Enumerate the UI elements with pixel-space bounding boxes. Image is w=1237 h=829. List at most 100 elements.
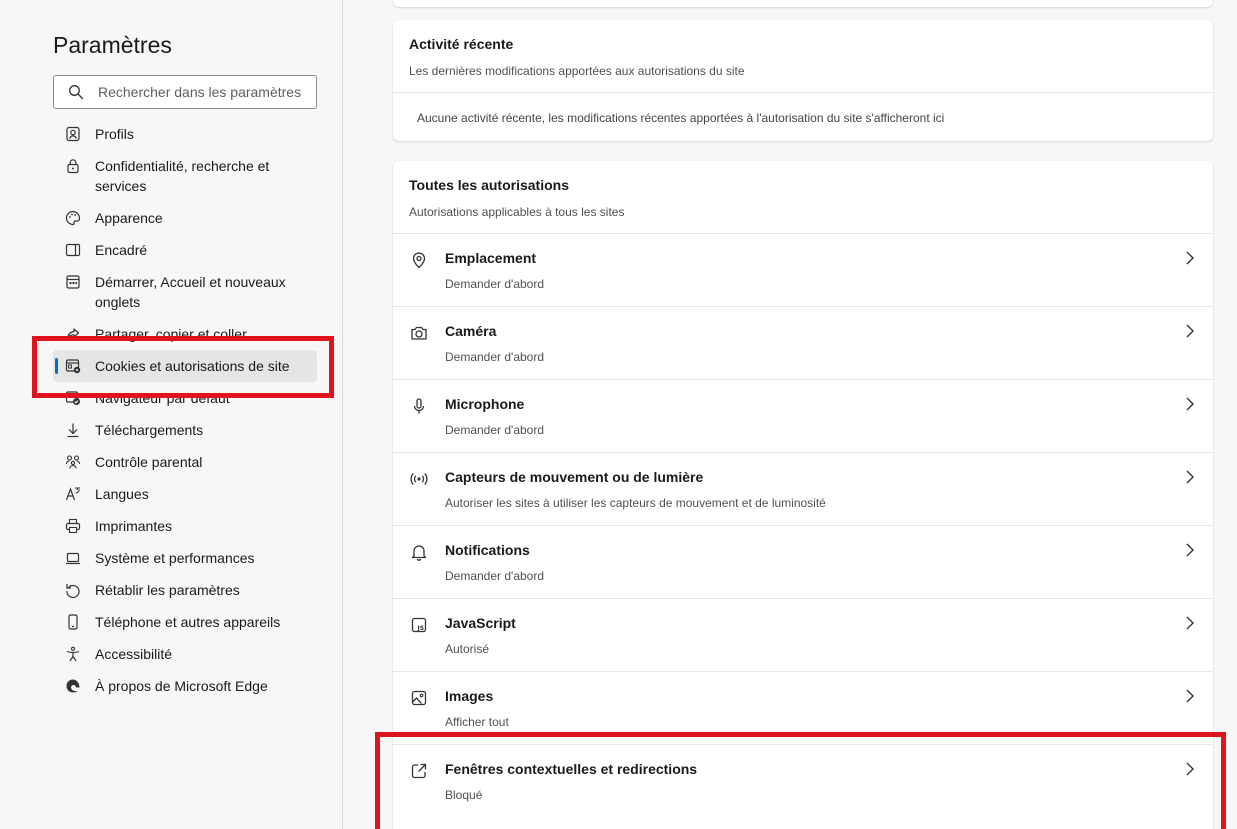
sidebar-item-appearance[interactable]: Apparence — [53, 208, 317, 228]
image-icon — [410, 689, 428, 707]
permission-row-notifications[interactable]: Notifications Demander d'abord — [393, 525, 1213, 598]
sidebar-item-label: Contrôle parental — [95, 454, 203, 470]
sidebar-item-start-home[interactable]: Démarrer, Accueil et nouveaux onglets — [53, 272, 317, 312]
recent-activity-empty: Aucune activité récente, les modificatio… — [417, 111, 945, 125]
permission-status: Demander d'abord — [445, 569, 545, 583]
sidebar-item-label: Profils — [95, 126, 134, 142]
laptop-icon — [53, 548, 95, 566]
chevron-right-icon — [1183, 323, 1197, 344]
sidebar-item-label: Système et performances — [95, 550, 255, 566]
permission-title: JavaScript — [445, 615, 516, 631]
permission-title: Microphone — [445, 396, 525, 412]
chevron-right-icon — [1183, 250, 1197, 271]
permission-status: Autoriser les sites à utiliser les capte… — [445, 496, 826, 510]
sidebar-item-family[interactable]: Contrôle parental — [53, 452, 317, 472]
recent-activity-card: Activité récente Les dernières modificat… — [393, 20, 1213, 141]
edge-icon — [53, 676, 95, 694]
sidebar-item-label: Démarrer, Accueil et nouveaux onglets — [95, 274, 286, 310]
camera-icon — [410, 324, 428, 342]
sidebar-item-phone[interactable]: Téléphone et autres appareils — [53, 612, 317, 632]
permission-row-camera[interactable]: Caméra Demander d'abord — [393, 306, 1213, 379]
sidebar-item-label: Partager, copier et coller — [95, 326, 247, 342]
permission-row-popups[interactable]: Fenêtres contextuelles et redirections B… — [393, 744, 1213, 817]
chevron-right-icon — [1183, 761, 1197, 782]
all-permissions-subtitle: Autorisations applicables à tous les sit… — [409, 205, 625, 219]
search-icon — [54, 84, 98, 100]
chevron-right-icon — [1183, 615, 1197, 636]
sidebar-item-about[interactable]: À propos de Microsoft Edge — [53, 676, 317, 696]
share-icon — [53, 324, 95, 342]
permission-title: Caméra — [445, 323, 497, 339]
permission-row-microphone[interactable]: Microphone Demander d'abord — [393, 379, 1213, 452]
default-browser-icon — [53, 388, 95, 406]
sidebar-item-label: Accessibilité — [95, 646, 173, 662]
accessibility-icon — [53, 644, 95, 662]
sidebar-item-profiles[interactable]: Profils — [53, 124, 317, 144]
sidebar-icon — [53, 240, 95, 258]
sidebar-item-label: Navigateur par défaut — [95, 390, 230, 406]
search-input[interactable] — [98, 84, 308, 100]
bell-icon — [410, 543, 428, 561]
profile-icon — [53, 124, 95, 142]
permission-status: Bloqué — [445, 788, 483, 802]
sidebar-item-system[interactable]: Système et performances — [53, 548, 317, 568]
permission-row-images[interactable]: Images Afficher tout — [393, 671, 1213, 744]
permission-row-sensors[interactable]: Capteurs de mouvement ou de lumière Auto… — [393, 452, 1213, 525]
sidebar-item-privacy[interactable]: Confidentialité, recherche et services — [53, 156, 317, 196]
permission-title: Emplacement — [445, 250, 537, 266]
sidebar-item-downloads[interactable]: Téléchargements — [53, 420, 317, 440]
sidebar-item-label: Cookies et autorisations de site — [95, 358, 290, 374]
sidebar-item-label: Apparence — [95, 210, 163, 226]
permission-status: Demander d'abord — [445, 350, 545, 364]
sidebar-item-sidebar[interactable]: Encadré — [53, 240, 317, 260]
svg-text:JS: JS — [417, 625, 425, 632]
sidebar-item-label: Imprimantes — [95, 518, 173, 534]
location-icon — [410, 251, 428, 269]
all-permissions-title: Toutes les autorisations — [409, 177, 569, 193]
permission-title: Notifications — [445, 542, 530, 558]
chevron-right-icon — [1183, 396, 1197, 417]
family-icon — [53, 452, 95, 470]
sidebar-item-label: Téléphone et autres appareils — [95, 614, 281, 630]
sidebar-item-label: Langues — [95, 486, 149, 502]
search-box[interactable] — [53, 75, 317, 109]
phone-icon — [53, 612, 95, 630]
recent-activity-title: Activité récente — [409, 36, 514, 52]
sidebar-item-languages[interactable]: Langues — [53, 484, 317, 504]
all-permissions-card: Toutes les autorisations Autorisations a… — [393, 161, 1213, 829]
sidebar-item-default-browser[interactable]: Navigateur par défaut — [53, 388, 317, 408]
chevron-right-icon — [1183, 542, 1197, 563]
sensors-icon — [410, 470, 428, 488]
permission-title: Fenêtres contextuelles et redirections — [445, 761, 698, 777]
sidebar-item-cookies[interactable]: Cookies et autorisations de site — [53, 350, 317, 382]
sidebar-item-label: À propos de Microsoft Edge — [95, 678, 268, 694]
permission-row-location[interactable]: Emplacement Demander d'abord — [393, 233, 1213, 306]
download-icon — [53, 420, 95, 438]
printer-icon — [53, 516, 95, 534]
sidebar-item-reset[interactable]: Rétablir les paramètres — [53, 580, 317, 600]
sidebar-item-share[interactable]: Partager, copier et coller — [53, 324, 317, 344]
divider — [393, 92, 1213, 93]
settings-page: Paramètres Profils Confidentialité, rech… — [0, 0, 1237, 829]
permission-status: Demander d'abord — [445, 277, 545, 291]
sidebar-item-label: Rétablir les paramètres — [95, 582, 240, 598]
palette-icon — [53, 208, 95, 226]
home-tabs-icon — [53, 272, 95, 290]
sidebar-item-label: Encadré — [95, 242, 148, 258]
cookies-icon — [53, 356, 95, 374]
sidebar-item-printers[interactable]: Imprimantes — [53, 516, 317, 536]
sidebar-item-label: Téléchargements — [95, 422, 204, 438]
sidebar-item-label: Confidentialité, recherche et services — [95, 158, 270, 194]
lock-icon — [53, 156, 95, 174]
previous-card — [393, 0, 1213, 7]
permission-status: Autorisé — [445, 642, 490, 656]
sidebar-item-accessibility[interactable]: Accessibilité — [53, 644, 317, 664]
page-title: Paramètres — [53, 32, 172, 58]
microphone-icon — [410, 397, 428, 415]
main-content: Activité récente Les dernières modificat… — [343, 0, 1237, 829]
sidebar: Paramètres Profils Confidentialité, rech… — [0, 0, 343, 829]
popup-icon — [410, 762, 428, 780]
permission-row-javascript[interactable]: JS JavaScript Autorisé — [393, 598, 1213, 671]
chevron-right-icon — [1183, 688, 1197, 709]
permission-status: Afficher tout — [445, 715, 509, 729]
